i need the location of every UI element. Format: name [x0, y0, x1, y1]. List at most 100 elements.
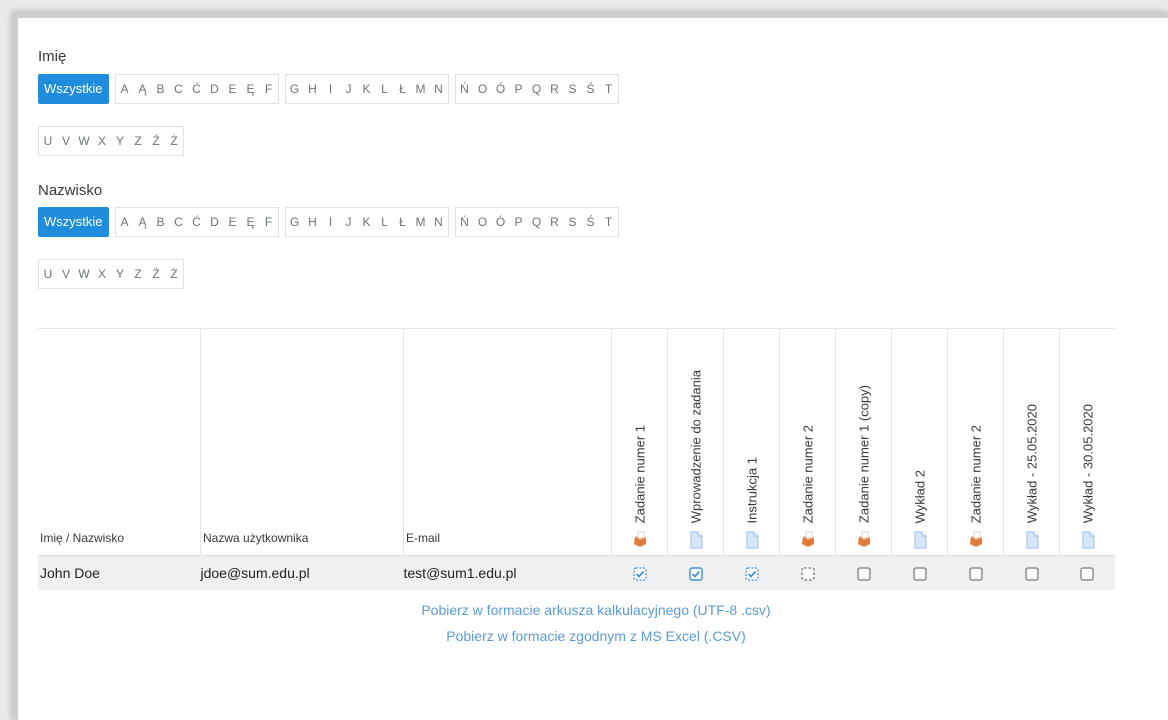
activity-name[interactable]: Wykład - 25.05.2020: [1024, 404, 1039, 523]
activity-name[interactable]: Zadanie numer 2: [800, 425, 815, 523]
lastname-letter-link[interactable]: J: [340, 208, 358, 236]
lastname-letter-link[interactable]: Ć: [188, 208, 206, 236]
firstname-letter-link[interactable]: Ą: [134, 75, 152, 103]
firstname-letter-link[interactable]: K: [358, 75, 376, 103]
lastname-letter-link[interactable]: P: [510, 208, 528, 236]
firstname-letter-link[interactable]: R: [546, 75, 564, 103]
activity-name[interactable]: Instrukcja 1: [744, 457, 759, 523]
firstname-letter-link[interactable]: P: [510, 75, 528, 103]
firstname-letter-link[interactable]: Ę: [242, 75, 260, 103]
firstname-letter-link[interactable]: Ś: [582, 75, 600, 103]
lastname-letter-link[interactable]: W: [75, 260, 93, 288]
activity-header[interactable]: Wykład - 25.05.2020: [1003, 328, 1060, 556]
firstname-letter-link[interactable]: Ł: [394, 75, 412, 103]
activity-header[interactable]: Zadanie numer 2: [947, 328, 1004, 556]
lastname-letter-link[interactable]: Z: [129, 260, 147, 288]
column-header-username[interactable]: Nazwa użytkownika: [200, 328, 404, 556]
firstname-letter-link[interactable]: Y: [111, 127, 129, 155]
lastname-letter-link[interactable]: Ó: [492, 208, 510, 236]
lastname-letter-link[interactable]: I: [322, 208, 340, 236]
auto-checkbox-checked-icon[interactable]: [632, 567, 647, 581]
activity-header[interactable]: Wprowadzenie do zadania: [667, 328, 724, 556]
firstname-letter-link[interactable]: B: [152, 75, 170, 103]
activity-name[interactable]: Zadanie numer 1: [632, 425, 647, 523]
activity-name[interactable]: Wprowadzenie do zadania: [688, 370, 703, 523]
lastname-letter-link[interactable]: M: [412, 208, 430, 236]
completion-cell[interactable]: [1003, 555, 1060, 590]
lastname-letter-link[interactable]: R: [546, 208, 564, 236]
lastname-letter-link[interactable]: Ę: [242, 208, 260, 236]
lastname-letter-link[interactable]: D: [206, 208, 224, 236]
firstname-letter-link[interactable]: S: [564, 75, 582, 103]
download-csv-utf8-link[interactable]: Pobierz w formacie arkusza kalkulacyjneg…: [421, 602, 770, 618]
firstname-letter-link[interactable]: Ń: [456, 75, 474, 103]
firstname-letter-link[interactable]: A: [116, 75, 134, 103]
completion-cell[interactable]: [891, 555, 948, 590]
auto-checkbox-checked-icon[interactable]: [744, 567, 759, 581]
lastname-letter-link[interactable]: C: [170, 208, 188, 236]
activity-header[interactable]: Wykład 2: [891, 328, 948, 556]
lastname-letter-link[interactable]: Ń: [456, 208, 474, 236]
checkbox-empty-icon[interactable]: [1080, 567, 1094, 581]
completion-cell[interactable]: [835, 555, 892, 590]
checkbox-empty-icon[interactable]: [1024, 567, 1039, 581]
auto-checkbox-empty-icon[interactable]: [800, 567, 815, 581]
activity-header[interactable]: Instrukcja 1: [723, 328, 780, 556]
activity-header[interactable]: Zadanie numer 1 (copy): [835, 328, 892, 556]
lastname-letter-link[interactable]: B: [152, 208, 170, 236]
firstname-letter-link[interactable]: E: [224, 75, 242, 103]
lastname-letter-link[interactable]: X: [93, 260, 111, 288]
completion-cell[interactable]: [947, 555, 1004, 590]
firstname-letter-link[interactable]: V: [57, 127, 75, 155]
firstname-letter-link[interactable]: D: [206, 75, 224, 103]
firstname-letter-link[interactable]: J: [340, 75, 358, 103]
checkbox-empty-icon[interactable]: [856, 567, 871, 581]
lastname-letter-link[interactable]: G: [286, 208, 304, 236]
activity-name[interactable]: Wykład 2: [912, 470, 927, 523]
lastname-letter-link[interactable]: V: [57, 260, 75, 288]
lastname-letter-link[interactable]: T: [600, 208, 618, 236]
firstname-letter-link[interactable]: Ó: [492, 75, 510, 103]
lastname-letter-link[interactable]: Ą: [134, 208, 152, 236]
firstname-letter-link[interactable]: Ź: [147, 127, 165, 155]
lastname-letter-link[interactable]: F: [260, 208, 278, 236]
completion-cell[interactable]: [1059, 555, 1115, 590]
lastname-letter-link[interactable]: K: [358, 208, 376, 236]
activity-name[interactable]: Zadanie numer 2: [968, 425, 983, 523]
firstname-letter-link[interactable]: L: [376, 75, 394, 103]
lastname-all-button[interactable]: Wszystkie: [38, 207, 109, 237]
lastname-letter-link[interactable]: S: [564, 208, 582, 236]
lastname-letter-link[interactable]: Ł: [394, 208, 412, 236]
firstname-letter-link[interactable]: Z: [129, 127, 147, 155]
firstname-letter-link[interactable]: G: [286, 75, 304, 103]
checkbox-empty-icon[interactable]: [968, 567, 983, 581]
completion-cell[interactable]: [723, 555, 780, 590]
lastname-letter-link[interactable]: L: [376, 208, 394, 236]
activity-name[interactable]: Zadanie numer 1 (copy): [856, 385, 871, 523]
firstname-letter-link[interactable]: O: [474, 75, 492, 103]
lastname-letter-link[interactable]: Ż: [165, 260, 183, 288]
firstname-letter-link[interactable]: H: [304, 75, 322, 103]
column-header-email[interactable]: E-mail: [403, 328, 612, 556]
activity-name[interactable]: Wykład - 30.05.2020: [1080, 404, 1095, 523]
firstname-letter-link[interactable]: M: [412, 75, 430, 103]
download-csv-excel-link[interactable]: Pobierz w formacie zgodnym z MS Excel (.…: [446, 628, 746, 644]
completion-cell[interactable]: [611, 555, 668, 590]
lastname-letter-link[interactable]: H: [304, 208, 322, 236]
lastname-letter-link[interactable]: U: [39, 260, 57, 288]
lastname-letter-link[interactable]: Ś: [582, 208, 600, 236]
lastname-letter-link[interactable]: A: [116, 208, 134, 236]
firstname-letter-link[interactable]: N: [430, 75, 448, 103]
completion-cell[interactable]: [667, 555, 724, 590]
firstname-letter-link[interactable]: Ć: [188, 75, 206, 103]
lastname-letter-link[interactable]: O: [474, 208, 492, 236]
firstname-letter-link[interactable]: W: [75, 127, 93, 155]
user-fullname[interactable]: John Doe: [38, 555, 201, 590]
activity-header[interactable]: Wykład - 30.05.2020: [1059, 328, 1115, 556]
firstname-letter-link[interactable]: Q: [528, 75, 546, 103]
lastname-letter-link[interactable]: Ź: [147, 260, 165, 288]
lastname-letter-link[interactable]: E: [224, 208, 242, 236]
firstname-letter-link[interactable]: X: [93, 127, 111, 155]
lastname-letter-link[interactable]: N: [430, 208, 448, 236]
firstname-all-button[interactable]: Wszystkie: [38, 74, 109, 104]
